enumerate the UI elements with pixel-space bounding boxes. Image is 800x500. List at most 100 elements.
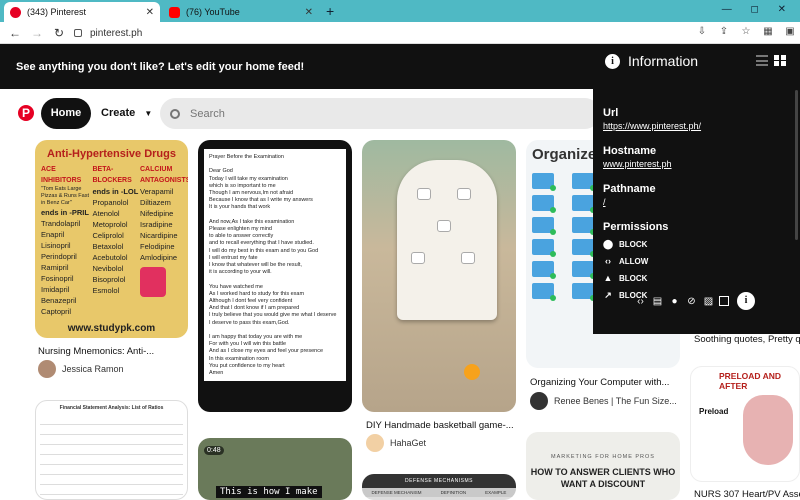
hostname-value[interactable]: www.pinterest.ph: [603, 159, 793, 169]
square-icon[interactable]: [719, 296, 729, 306]
preload-label: Preload: [699, 407, 729, 416]
forward-arrow-icon[interactable]: →: [26, 26, 48, 40]
pin-basketball[interactable]: [362, 140, 516, 412]
info-body: Url https://www.pinterest.ph/ Hostname w…: [603, 100, 793, 301]
pin-title: DEFENSE MECHANISMS: [362, 474, 516, 488]
pin-video[interactable]: 0:48 This is how I make: [198, 438, 352, 500]
permission-javascript[interactable]: ‹› ALLOW: [603, 255, 793, 267]
pin-prayer[interactable]: Prayer Before the Examination Dear God T…: [198, 140, 352, 412]
pathname-label: Pathname: [603, 183, 656, 195]
tab-title: (76) YouTube: [186, 7, 240, 17]
hoop: [411, 252, 425, 264]
pin-financial-ratios[interactable]: Financial Statement Analysis: List of Ra…: [35, 400, 188, 500]
url-value[interactable]: https://www.pinterest.ph/: [603, 121, 793, 131]
pin-caption[interactable]: Nursing Mnemonics: Anti-...: [38, 346, 154, 357]
folder-icon: [572, 217, 596, 235]
column-head: DEFINITION: [440, 490, 467, 495]
image-icon[interactable]: ▨: [702, 296, 715, 307]
grid-view-icon[interactable]: [774, 55, 786, 66]
home-button[interactable]: Home: [41, 98, 91, 129]
share-icon[interactable]: ⇪: [718, 26, 730, 37]
url-field[interactable]: pinterest.ph: [74, 25, 142, 41]
permissions-label: Permissions: [603, 221, 669, 233]
permission-location[interactable]: ⬤ BLOCK: [603, 238, 793, 250]
bell-icon: ▲: [603, 273, 613, 283]
drug-item: Celiprolol: [92, 231, 124, 240]
block-icon[interactable]: ⊘: [685, 296, 698, 307]
pin-caption[interactable]: NURS 307 Heart/PV Asse: [694, 489, 800, 500]
create-button[interactable]: Create ▼: [101, 107, 152, 119]
window-controls[interactable]: — ◻ ✕: [722, 4, 794, 15]
pin-caption[interactable]: Soothing quotes, Pretty q: [694, 334, 800, 345]
drug-item: Atenolol: [92, 209, 120, 218]
folder-icon: [572, 239, 596, 257]
folder-icon: [532, 217, 556, 235]
folder-icon: [572, 283, 596, 301]
pin-author[interactable]: HahaGet: [366, 434, 426, 452]
close-tab-icon[interactable]: ✕: [146, 7, 154, 18]
search-placeholder: Search: [190, 107, 225, 120]
extension-icon[interactable]: ▦: [762, 26, 774, 37]
pin-title: Financial Statement Analysis: List of Ra…: [59, 405, 164, 411]
plus-icon[interactable]: +: [326, 3, 334, 19]
pin-home-pros[interactable]: MARKETING FOR HOME PROS HOW TO ANSWER CL…: [526, 432, 680, 500]
pin-title: PRELOAD AND AFTER: [719, 371, 782, 391]
document-icon[interactable]: ▤: [651, 296, 664, 307]
drug-item: Bisoprolol: [92, 275, 126, 284]
pin-author[interactable]: Renee Benes | The Fun Size...: [530, 392, 677, 410]
video-subtitle: This is how I make: [216, 486, 322, 498]
drug-item: Captopril: [41, 307, 72, 316]
search-input[interactable]: Search: [160, 98, 600, 129]
folder-icon: [572, 195, 596, 213]
pin-defense-mechanisms[interactable]: DEFENSE MECHANISMS DEFENSE MECHANISM DEF…: [362, 474, 516, 500]
pin-headline: HOW TO ANSWER CLIENTS WHO WANT A DISCOUN…: [530, 467, 676, 489]
heart-diagram: [743, 395, 793, 465]
pin-caption[interactable]: DIY Handmade basketball game-...: [366, 420, 514, 431]
location-icon: ⬤: [603, 238, 614, 249]
pinterest-logo-icon[interactable]: P: [18, 105, 34, 121]
back-arrow-icon[interactable]: ←: [4, 26, 26, 40]
pin-anti-hypertensive[interactable]: Anti-Hypertensive Drugs ACE INHIBITORS "…: [35, 140, 188, 338]
install-icon[interactable]: ⇩: [696, 26, 708, 37]
drug-item: Perindopril: [41, 252, 77, 261]
author-name: Jessica Ramon: [62, 364, 124, 374]
ratio-table: [40, 415, 183, 495]
column-head: EXAMPLE: [485, 490, 507, 495]
drug-item: Acebutolol: [92, 253, 128, 262]
scrollbar[interactable]: [795, 90, 798, 240]
drug-item: Enapril: [41, 230, 65, 239]
code-icon[interactable]: ‹›: [634, 296, 647, 307]
drug-item: Lisinopril: [41, 241, 71, 250]
author-name: Renee Benes | The Fun Size...: [554, 396, 677, 406]
info-toolbar: ‹› ▤ ● ⊘ ▨ i: [634, 292, 755, 310]
pin-caption[interactable]: Organizing Your Computer with...: [530, 377, 669, 388]
info-icon[interactable]: i: [737, 292, 755, 310]
column-sub: "Tom Eats Large Pizzas & Runs Fast in Be…: [41, 186, 89, 206]
game-board: [397, 160, 497, 320]
permission-status: ALLOW: [619, 256, 649, 266]
drug-item: Isradipine: [140, 220, 173, 229]
pin-preload[interactable]: PRELOAD AND AFTER Preload: [690, 366, 800, 482]
cookie-icon[interactable]: ●: [668, 296, 681, 307]
drug-item: Diltiazem: [140, 198, 171, 207]
pathname-value[interactable]: /: [603, 197, 793, 207]
permission-notifications[interactable]: ▲ BLOCK: [603, 272, 793, 284]
search-icon: [170, 108, 180, 119]
list-view-icon[interactable]: [756, 55, 768, 66]
drug-item: Ramipril: [41, 263, 69, 272]
hoop: [417, 188, 431, 200]
close-tab-icon[interactable]: ✕: [305, 7, 313, 18]
pin-kicker: MARKETING FOR HOME PROS: [551, 454, 655, 460]
info-extension-icon[interactable]: ▣: [784, 26, 796, 37]
prayer-text: Prayer Before the Examination Dear God T…: [204, 149, 346, 381]
tab-pinterest[interactable]: (343) Pinterest ✕: [4, 2, 160, 22]
url-text: pinterest.ph: [90, 27, 143, 39]
tab-youtube[interactable]: (76) YouTube ✕: [163, 2, 319, 22]
reload-icon[interactable]: ↻: [48, 26, 70, 40]
folder-icon: [532, 239, 556, 257]
hostname-label: Hostname: [603, 145, 657, 157]
star-icon[interactable]: ☆: [740, 26, 752, 37]
avatar: [366, 434, 384, 452]
medicine-bottle-icon: [140, 267, 166, 297]
pin-author[interactable]: Jessica Ramon: [38, 360, 124, 378]
